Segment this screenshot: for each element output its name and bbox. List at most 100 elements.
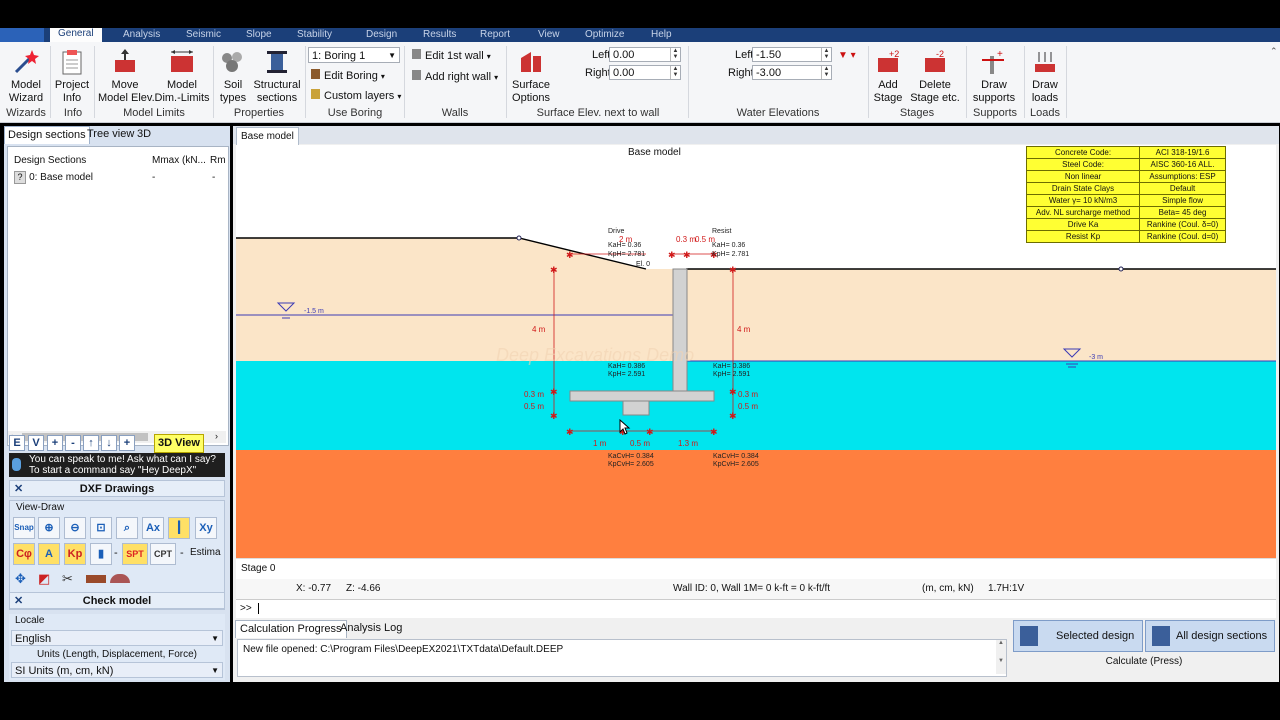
cpt-button[interactable]: CPT <box>150 543 176 565</box>
tab-analysis[interactable]: Analysis <box>123 29 160 40</box>
view-section-button[interactable]: V <box>28 435 44 451</box>
spinner-icon[interactable]: ▲ ▼ <box>670 48 680 61</box>
tab-help[interactable]: Help <box>651 29 672 40</box>
divider <box>1024 46 1025 118</box>
snap-button[interactable]: Snap <box>13 517 35 539</box>
app-logo[interactable] <box>0 28 44 42</box>
move-icon[interactable]: ✥ <box>15 571 26 587</box>
structural-sections-button[interactable]: Structural sections <box>252 48 302 105</box>
tab-calculation-progress[interactable]: Calculation Progress <box>235 620 347 638</box>
berm-icon[interactable] <box>110 574 130 583</box>
command-line[interactable]: >> <box>236 599 1276 618</box>
tab-3d[interactable]: 3D <box>134 126 154 143</box>
list-item[interactable]: ? 0: Base model - - <box>14 171 226 185</box>
model-dim-limits-button[interactable]: Model Dim.-Limits <box>154 48 210 105</box>
boring-select[interactable]: 1: Boring 1 ▼ <box>308 47 400 63</box>
column-header[interactable]: Mmax (kN... <box>152 155 206 166</box>
project-info-button[interactable]: Project Info <box>54 48 90 105</box>
zoom-extents-icon[interactable]: ⊡ <box>90 517 112 539</box>
model-wizard-button[interactable]: Model Wizard <box>6 48 46 105</box>
add-stage-button[interactable]: +2 Add Stage <box>870 48 906 105</box>
edit-first-wall-button[interactable]: Edit 1st wall ▾ <box>412 49 491 62</box>
check-model-button[interactable]: ✕ Check model <box>9 592 225 609</box>
log-scrollbar[interactable]: ▲ ▼ <box>996 640 1006 674</box>
move-model-elev-button[interactable]: Move Model Elev. <box>98 48 155 105</box>
stage-tab[interactable]: Stage 0 <box>241 563 275 574</box>
tab-analysis-log[interactable]: Analysis Log <box>336 620 406 637</box>
tab-view[interactable]: View <box>538 29 560 40</box>
surface-options-button[interactable]: Surface Options <box>508 48 554 105</box>
tab-results[interactable]: Results <box>423 29 456 40</box>
ruler-icon[interactable]: ┃ <box>168 517 190 539</box>
units-select[interactable]: SI Units (m, cm, kN) ▼ <box>11 662 223 678</box>
tab-base-model[interactable]: Base model <box>236 127 299 145</box>
tab-report[interactable]: Report <box>480 29 510 40</box>
legend-row: Steel Code: AISC 360-16 ALL. <box>1025 158 1226 171</box>
tab-optimize[interactable]: Optimize <box>585 29 624 40</box>
zoom-out-icon[interactable]: ⊖ <box>64 517 86 539</box>
tab-seismic[interactable]: Seismic <box>186 29 221 40</box>
draw-loads-button[interactable]: Draw loads <box>1026 48 1064 105</box>
ribbon-collapse-icon[interactable]: ⌃ <box>1270 46 1278 57</box>
model-canvas[interactable]: ✱ ✱ ✱ ✱ ✱ ✱ ✱ ✱ ✱ ✱ ✱ ✱ ✱ ✱ Deep Excavat… <box>236 145 1276 565</box>
dxf-drawings-button[interactable]: ✕ DXF Drawings <box>9 480 225 497</box>
surface-node[interactable] <box>1118 266 1124 272</box>
wall-stem[interactable] <box>672 268 688 394</box>
remove-section-button[interactable]: - <box>65 435 81 451</box>
add-right-wall-button[interactable]: Add right wall ▾ <box>412 70 498 83</box>
water-right-input[interactable]: -3.00 ▲ ▼ <box>752 65 832 80</box>
axis-button[interactable]: Ax <box>142 517 164 539</box>
chevron-right-icon[interactable]: › <box>215 431 218 441</box>
microphone-icon[interactable] <box>12 458 21 471</box>
tab-tree-view[interactable]: Tree view <box>84 126 137 143</box>
selected-design-button[interactable]: Selected design <box>1013 620 1143 652</box>
delete-stage-button[interactable]: -2 Delete Stage etc. <box>908 48 962 105</box>
tab-stability[interactable]: Stability <box>297 29 332 40</box>
spt-button[interactable]: SPT <box>122 543 148 565</box>
estimate-button[interactable]: Estima <box>190 547 222 558</box>
language-select[interactable]: English ▼ <box>11 630 223 646</box>
excavation-icon[interactable] <box>86 575 106 583</box>
tab-design[interactable]: Design <box>366 29 397 40</box>
design-sections-list: Design Sections Mmax (kN... Rm ? 0: Base… <box>7 146 229 446</box>
surface-right-input[interactable]: 0.00 ▲ ▼ <box>609 65 681 80</box>
tab-general[interactable]: General <box>50 28 102 42</box>
spinner-icon[interactable]: ▲ ▼ <box>670 66 680 79</box>
add-section-button[interactable]: + <box>47 435 63 451</box>
wall-key[interactable] <box>622 400 650 416</box>
eraser-icon[interactable]: ◩ <box>38 571 50 587</box>
3d-view-button[interactable]: 3D View <box>154 434 204 453</box>
custom-layers-button[interactable]: Custom layers ▾ <box>311 89 401 102</box>
mouse-cursor-icon <box>619 419 631 435</box>
column-header[interactable]: Design Sections <box>14 155 86 166</box>
surface-node[interactable] <box>516 235 522 241</box>
drive-kpcv-label: KpCvH= 2.605 <box>608 461 654 468</box>
add-copy-button[interactable]: + <box>119 435 135 451</box>
water-level-icon[interactable]: ▼ ▾ <box>838 50 856 61</box>
zoom-in-icon[interactable]: ⊕ <box>38 517 60 539</box>
move-down-button[interactable]: ↓ <box>101 435 117 451</box>
column-header[interactable]: Rm <box>210 155 226 166</box>
water-left-input[interactable]: -1.50 ▲ ▼ <box>752 47 832 62</box>
edit-boring-button[interactable]: Edit Boring ▾ <box>311 69 385 82</box>
all-design-sections-button[interactable]: All design sections <box>1145 620 1275 652</box>
draw-supports-button[interactable]: + Draw supports <box>968 48 1020 105</box>
tab-design-sections[interactable]: Design sections <box>4 126 90 144</box>
soil-types-button[interactable]: Soil types <box>215 48 251 105</box>
move-up-button[interactable]: ↑ <box>83 435 99 451</box>
spinner-icon[interactable]: ▲ ▼ <box>821 48 831 61</box>
wall-footing[interactable] <box>569 390 715 402</box>
edit-section-button[interactable]: E <box>9 435 25 451</box>
voice-assistant[interactable]: You can speak to me! Ask what can I say?… <box>9 453 225 477</box>
kp-button[interactable]: Kp <box>64 543 86 565</box>
area-button[interactable]: A <box>38 543 60 565</box>
zoom-window-icon[interactable]: ⌕ <box>116 517 138 539</box>
spinner-icon[interactable]: ▲ ▼ <box>821 66 831 79</box>
tab-slope[interactable]: Slope <box>246 29 272 40</box>
cohesion-friction-button[interactable]: Cφ <box>13 543 35 565</box>
hide-supports-icon[interactable]: ✂ <box>62 571 73 587</box>
boring-log-icon[interactable]: ▮ <box>90 543 112 565</box>
surface-left-input[interactable]: 0.00 ▲ ▼ <box>609 47 681 62</box>
dim-base-1m: 1 m <box>593 439 607 448</box>
coordinates-button[interactable]: Xy <box>195 517 217 539</box>
